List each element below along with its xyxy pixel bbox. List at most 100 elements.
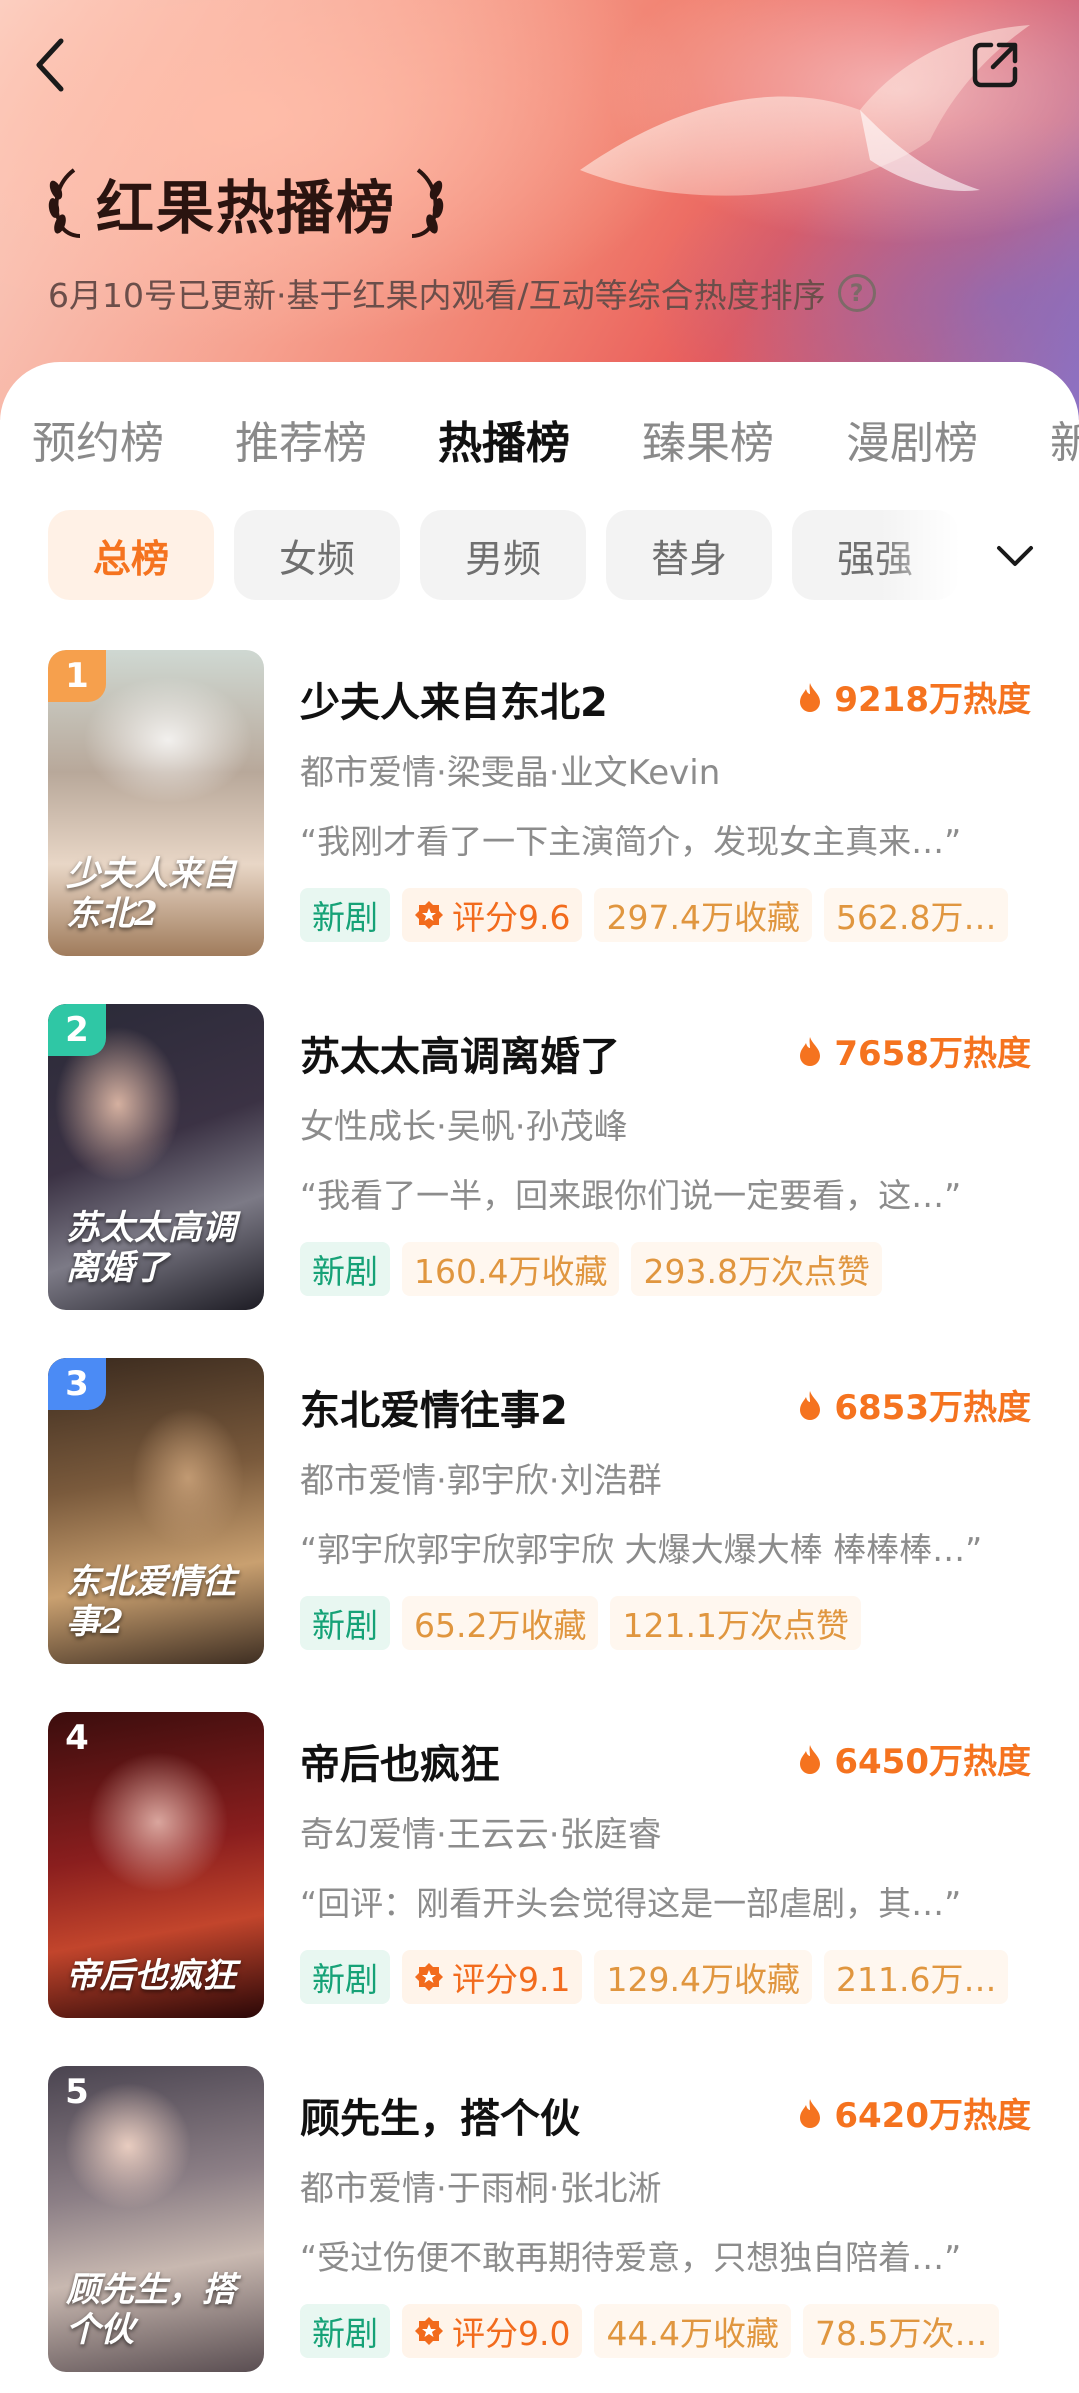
- drama-tags: 新剧 评分9.1 129.4万收藏 211.6万…: [300, 1950, 1035, 2004]
- heat-score: 6853万热度: [798, 1380, 1031, 1429]
- drama-quote: “我刚才看了一下主演简介，发现女主真来…”: [300, 822, 962, 861]
- drama-poster[interactable]: 3 东北爱情往事2: [48, 1358, 264, 1664]
- drama-tags: 新剧 65.2万收藏 121.1万次点赞: [300, 1596, 1035, 1650]
- poster-caption: 苏太太高调离婚了: [66, 1208, 236, 1288]
- tab-premium[interactable]: 臻果榜: [642, 394, 774, 494]
- heat-score: 6450万热度: [798, 1734, 1031, 1783]
- drama-meta: 女性成长·吴帆·孙茂峰: [300, 1107, 628, 1147]
- score-tag: 评分9.0: [402, 2304, 583, 2358]
- drama-poster[interactable]: 4 帝后也疯狂: [48, 1712, 264, 2018]
- rank-badge: 3: [48, 1358, 106, 1410]
- drama-meta: 都市爱情·梁雯晶·业文Kevin: [300, 753, 721, 793]
- heat-score: 9218万热度: [798, 672, 1031, 721]
- likes-tag: 211.6万…: [823, 1950, 1009, 2004]
- heat-value: 7658万热度: [834, 1034, 1031, 1074]
- favorites-tag: 65.2万收藏: [402, 1596, 599, 1650]
- category-chips: 总榜 女频 男频 替身 强强: [0, 510, 1079, 602]
- new-tag: 新剧: [300, 1950, 390, 2004]
- drama-title[interactable]: 顾先生，搭个伙: [300, 2086, 580, 2144]
- rank-badge: 4: [65, 1718, 89, 1758]
- drama-title[interactable]: 帝后也疯狂: [300, 1732, 500, 1790]
- drama-item[interactable]: 3 东北爱情往事2 东北爱情往事2 6853万热度 都市爱情·郭宇欣·刘浩群 “…: [0, 1358, 1079, 1668]
- share-button[interactable]: [960, 30, 1030, 100]
- score-label: 评分9.6: [452, 898, 571, 937]
- flame-icon: [800, 682, 821, 712]
- score-label: 评分9.0: [452, 2314, 571, 2353]
- favorites-tag: 129.4万收藏: [594, 1950, 812, 2004]
- heat-value: 6853万热度: [834, 1388, 1031, 1428]
- drama-tags: 新剧 评分9.0 44.4万收藏 78.5万次…: [300, 2304, 1035, 2358]
- drama-quote: “我看了一半，回来跟你们说一定要看，这…”: [300, 1176, 962, 1215]
- drama-title[interactable]: 苏太太高调离婚了: [300, 1024, 620, 1082]
- drama-item[interactable]: 5 顾先生，搭个伙 顾先生，搭个伙 6420万热度 都市爱情·于雨桐·张北淅 “…: [0, 2066, 1079, 2376]
- chip-substitute[interactable]: 替身: [606, 510, 772, 600]
- likes-tag: 562.8万…: [823, 888, 1009, 942]
- tab-reservation[interactable]: 预约榜: [32, 394, 164, 494]
- likes-tag: 293.8万次点赞: [631, 1242, 882, 1296]
- drama-tags: 新剧 评分9.6 297.4万收藏 562.8万…: [300, 888, 1035, 942]
- expand-chips-button[interactable]: [980, 524, 1050, 588]
- chip-male[interactable]: 男频: [420, 510, 586, 600]
- rank-badge: 1: [48, 650, 106, 702]
- drama-quote: “回评：刚看开头会觉得这是一部虐剧，其…”: [300, 1884, 962, 1923]
- poster-caption: 东北爱情往事2: [66, 1562, 236, 1642]
- badge-icon: [415, 2317, 443, 2345]
- poster-caption: 顾先生，搭个伙: [66, 2270, 236, 2350]
- favorites-tag: 44.4万收藏: [594, 2304, 791, 2358]
- score-label: 评分9.1: [452, 1960, 571, 1999]
- heat-value: 6420万热度: [834, 2096, 1031, 2136]
- drama-title[interactable]: 东北爱情往事2: [300, 1378, 568, 1436]
- favorites-tag: 160.4万收藏: [402, 1242, 620, 1296]
- heat-value: 6450万热度: [834, 1742, 1031, 1782]
- tab-recommend[interactable]: 推荐榜: [235, 394, 367, 494]
- poster-caption: 帝后也疯狂: [66, 1956, 236, 1996]
- update-info: 6月10号已更新·基于红果内观看/互动等综合热度排序 ?: [48, 268, 876, 318]
- drama-poster[interactable]: 1 少夫人来自东北2: [48, 650, 264, 956]
- poster-caption: 少夫人来自东北2: [66, 854, 236, 934]
- rank-badge: 5: [65, 2072, 89, 2112]
- laurel-left-icon: [48, 168, 81, 238]
- page-title: 红果热播榜: [96, 174, 397, 242]
- share-icon: [972, 42, 1018, 88]
- drama-title[interactable]: 少夫人来自东北2: [300, 670, 608, 728]
- drama-item[interactable]: 1 少夫人来自东北2 少夫人来自东北2 9218万热度 都市爱情·梁雯晶·业文K…: [0, 650, 1079, 960]
- new-tag: 新剧: [300, 1242, 390, 1296]
- drama-poster[interactable]: 2 苏太太高调离婚了: [48, 1004, 264, 1310]
- badge-icon: [415, 1963, 443, 1991]
- drama-quote: “受过伤便不敢再期待爱意，只想独自陪着…”: [300, 2238, 962, 2277]
- chip-female[interactable]: 女频: [234, 510, 400, 600]
- back-button[interactable]: [20, 30, 80, 100]
- heat-value: 9218万热度: [834, 680, 1031, 720]
- flame-icon: [800, 1036, 821, 1066]
- ranking-panel: 预约榜 推荐榜 热播榜 臻果榜 漫剧榜 新 总榜 女频 男频 替身 强强 1 少…: [0, 362, 1079, 2393]
- likes-tag: 121.1万次点赞: [610, 1596, 861, 1650]
- chip-all[interactable]: 总榜: [48, 510, 214, 600]
- drama-item[interactable]: 2 苏太太高调离婚了 苏太太高调离婚了 7658万热度 女性成长·吴帆·孙茂峰 …: [0, 1004, 1079, 1314]
- ranking-tabs: 预约榜 推荐榜 热播榜 臻果榜 漫剧榜 新: [0, 394, 1079, 494]
- question-circle-icon[interactable]: ?: [837, 274, 876, 312]
- drama-meta: 奇幻爱情·王云云·张庭睿: [300, 1815, 662, 1855]
- laurel-right-icon: [411, 168, 444, 238]
- new-tag: 新剧: [300, 2304, 390, 2358]
- drama-tags: 新剧 160.4万收藏 293.8万次点赞: [300, 1242, 1035, 1296]
- score-tag: 评分9.6: [402, 888, 583, 942]
- drama-poster[interactable]: 5 顾先生，搭个伙: [48, 2066, 264, 2372]
- badge-icon: [415, 901, 443, 929]
- likes-tag: 78.5万次…: [802, 2304, 1000, 2358]
- new-tag: 新剧: [300, 1596, 390, 1650]
- update-text: 6月10号已更新·基于红果内观看/互动等综合热度排序: [48, 276, 826, 315]
- tab-new[interactable]: 新: [1050, 394, 1079, 494]
- heat-score: 6420万热度: [798, 2088, 1031, 2137]
- heat-score: 7658万热度: [798, 1026, 1031, 1075]
- flame-icon: [800, 2098, 821, 2128]
- flame-icon: [800, 1390, 821, 1420]
- title-row: 红果热播榜: [44, 158, 448, 248]
- tab-comic[interactable]: 漫剧榜: [846, 394, 978, 494]
- tab-hot[interactable]: 热播榜: [438, 394, 570, 494]
- drama-meta: 都市爱情·于雨桐·张北淅: [300, 2169, 662, 2209]
- drama-item[interactable]: 4 帝后也疯狂 帝后也疯狂 6450万热度 奇幻爱情·王云云·张庭睿 “回评：刚…: [0, 1712, 1079, 2022]
- chevron-down-icon: [997, 546, 1033, 566]
- score-tag: 评分9.1: [402, 1950, 583, 2004]
- favorites-tag: 297.4万收藏: [594, 888, 812, 942]
- new-tag: 新剧: [300, 888, 390, 942]
